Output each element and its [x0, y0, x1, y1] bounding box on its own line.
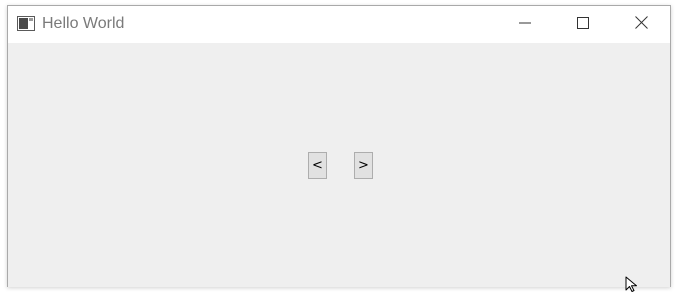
minimize-button[interactable]: [496, 6, 554, 43]
client-area: < >: [8, 43, 670, 287]
app-window: Hello World < >: [7, 5, 671, 287]
maximize-icon: [577, 16, 589, 34]
previous-button[interactable]: <: [308, 152, 327, 179]
window-title: Hello World: [42, 15, 125, 32]
minimize-icon: [519, 16, 531, 34]
mouse-cursor-icon: [625, 276, 638, 292]
close-icon: [634, 15, 648, 34]
close-button[interactable]: [612, 6, 670, 43]
app-window-icon: [17, 16, 35, 31]
next-button[interactable]: >: [354, 152, 373, 179]
maximize-button[interactable]: [554, 6, 612, 43]
title-bar[interactable]: Hello World: [8, 6, 670, 43]
